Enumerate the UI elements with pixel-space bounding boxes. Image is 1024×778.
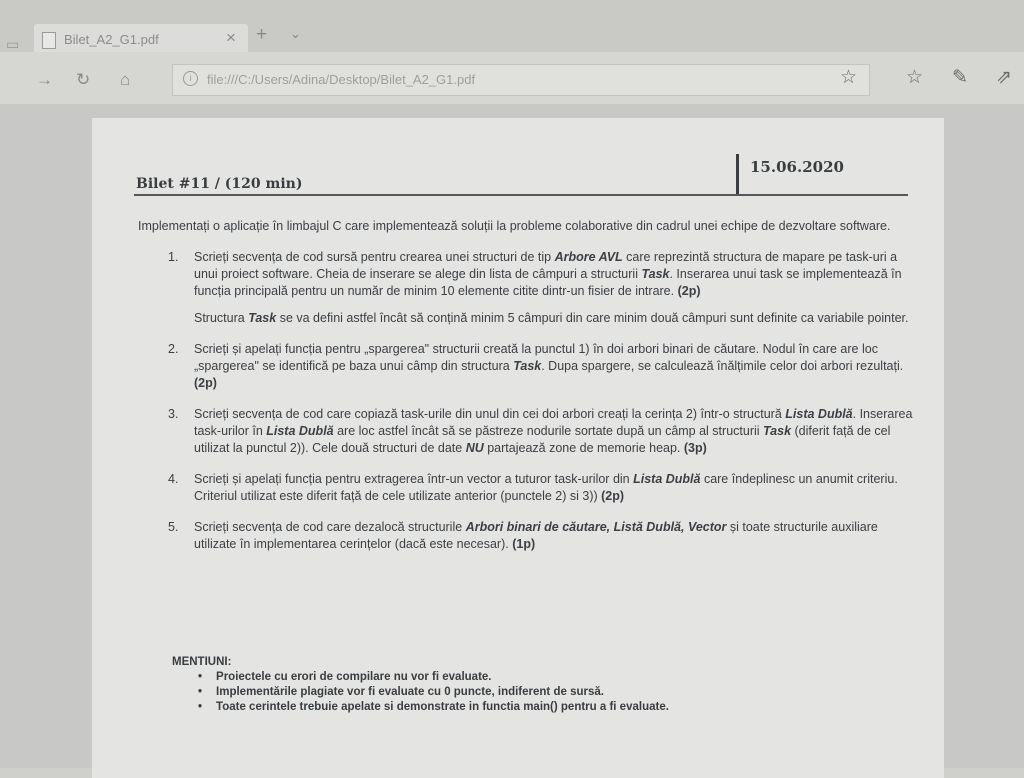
item-points: (2p): [194, 376, 217, 390]
pdf-file-icon: [42, 32, 56, 49]
document-body: Implementați o aplicație în limbajul C c…: [138, 218, 918, 567]
pdf-page: Bilet #11 / (120 min) 15.06.2020 Impleme…: [92, 118, 944, 778]
item-number: 5.: [168, 520, 179, 534]
item-number: 2.: [168, 342, 179, 356]
notes-section: MENTIUNI: Proiectele cu erori de compila…: [172, 656, 669, 715]
item-subtext: Structura Task se va defini astfel încât…: [194, 311, 909, 325]
intro-paragraph: Implementați o aplicație în limbajul C c…: [138, 219, 891, 233]
item-text: Scrieți secvența de cod care dezalocă st…: [194, 520, 878, 551]
address-bar[interactable]: i file:///C:/Users/Adina/Desktop/Bilet_A…: [172, 64, 870, 96]
navigation-bar: → ↻ ⌂ i file:///C:/Users/Adina/Desktop/B…: [0, 52, 1024, 104]
document-header: Bilet #11 / (120 min) 15.06.2020: [134, 154, 908, 196]
list-item: 5. Scrieți secvența de cod care dezalocă…: [138, 519, 918, 553]
favorites-list-icon[interactable]: ☆: [906, 66, 923, 89]
item-number: 3.: [168, 407, 179, 421]
item-text: Scrieți și apelați funcția pentru extrag…: [194, 472, 898, 503]
list-item: 3. Scrieți secvența de cod care copiază …: [138, 406, 918, 457]
new-tab-icon[interactable]: +: [256, 24, 267, 46]
item-text: Scrieți secvența de cod sursă pentru cre…: [194, 250, 902, 298]
document-title: Bilet #11 / (120 min): [136, 176, 303, 192]
pen-icon[interactable]: ✎: [952, 66, 968, 89]
chevron-down-icon[interactable]: ⌄: [290, 26, 301, 42]
refresh-icon[interactable]: ↻: [76, 70, 90, 90]
requirements-list: 1. Scrieți secvența de cod sursă pentru …: [138, 249, 918, 553]
list-item: 2. Scrieți și apelați funcția pentru „sp…: [138, 341, 918, 392]
close-tab-icon[interactable]: ×: [226, 28, 236, 48]
list-item: 1. Scrieți secvența de cod sursă pentru …: [138, 249, 918, 327]
item-points: (2p): [677, 284, 701, 298]
share-icon[interactable]: ⇗: [996, 66, 1012, 89]
info-icon[interactable]: i: [183, 71, 198, 86]
document-date: 15.06.2020: [750, 158, 844, 176]
home-icon[interactable]: ⌂: [120, 70, 130, 90]
back-icon[interactable]: →: [36, 70, 53, 90]
window-icon: ▭: [6, 36, 20, 52]
note-item: Proiectele cu erori de compilare nu vor …: [198, 670, 669, 685]
item-text: Scrieți și apelați funcția pentru „sparg…: [194, 342, 904, 390]
list-item: 4. Scrieți și apelați funcția pentru ext…: [138, 471, 918, 505]
notes-title: MENTIUNI:: [172, 656, 232, 668]
header-rule: [134, 194, 908, 196]
item-points: (2p): [601, 489, 625, 503]
note-item: Implementările plagiate vor fi evaluate …: [198, 685, 669, 700]
tab-title: Bilet_A2_G1.pdf: [64, 32, 159, 47]
item-number: 4.: [168, 472, 179, 486]
header-divider: [736, 154, 739, 196]
tab-pdf[interactable]: Bilet_A2_G1.pdf ×: [34, 24, 248, 54]
item-number: 1.: [168, 250, 179, 264]
pdf-viewer[interactable]: Bilet #11 / (120 min) 15.06.2020 Impleme…: [0, 104, 1024, 778]
item-points: (3p): [683, 441, 707, 455]
favorite-star-icon[interactable]: ☆: [840, 66, 857, 89]
item-text: Scrieți secvența de cod care copiază tas…: [194, 407, 913, 455]
tab-bar: ▭ Bilet_A2_G1.pdf × + ⌄: [0, 0, 1024, 54]
url-text[interactable]: file:///C:/Users/Adina/Desktop/Bilet_A2_…: [207, 72, 475, 87]
note-item: Toate cerintele trebuie apelate si demon…: [198, 700, 669, 715]
item-points: (1p): [512, 537, 536, 551]
